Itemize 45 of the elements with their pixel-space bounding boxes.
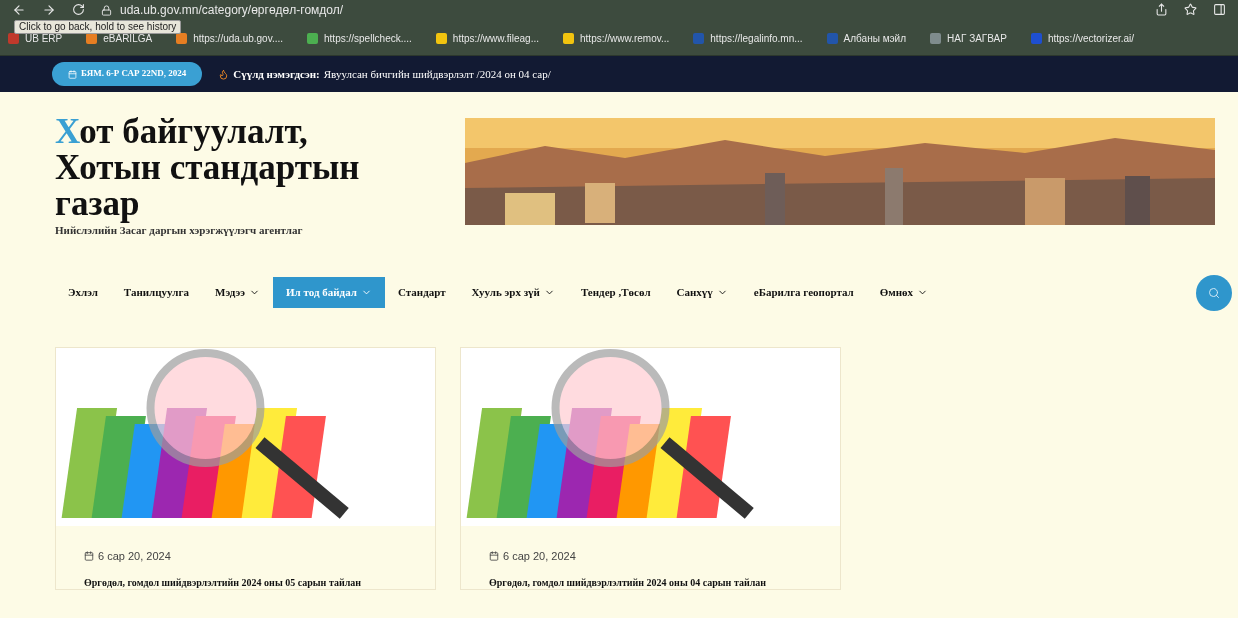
nav-item[interactable]: Тендер ,Төсөл	[567, 277, 664, 308]
latest-label: Сүүлд нэмэгдсэн:	[233, 66, 320, 82]
back-icon[interactable]	[12, 3, 26, 17]
post-title[interactable]: Өргөдөл, гомдол шийдвэрлэлтийн 2024 оны 04 сарын тайлан	[489, 577, 789, 589]
search-button[interactable]	[1196, 274, 1232, 311]
post-date: 6 сар 20, 2024	[98, 548, 171, 564]
site-subtitle: Нийслэлийн Засаг даргын хэрэгжүүлэгч агентлаг	[55, 223, 304, 238]
bookmark[interactable]: https://www.fileag...	[435, 31, 539, 46]
sidebar-icon[interactable]	[1213, 3, 1226, 16]
site-title[interactable]: Хот байгуулалт, Хотын стандартын газар	[55, 114, 415, 222]
forward-icon[interactable]	[42, 3, 56, 17]
bookmark[interactable]: https://vectorizer.ai/	[1030, 31, 1135, 46]
post-title[interactable]: Өргөдөл, гомдол шийдвэрлэлтийн 2024 оны 05 сарын тайлан	[84, 577, 384, 589]
latest-link[interactable]: Явуулсан бичгийн шийдвэрлэлт /2024 он 04 сар/	[323, 65, 551, 83]
calendar-icon	[68, 69, 77, 79]
tooltip: Click to go back, hold to see history	[14, 20, 182, 34]
nav-item[interactable]: Мэдээ	[202, 277, 274, 308]
post-card[interactable]: 6 сар 20, 2024 Өргөдөл, гомдол шийдвэрлэлтийн 2024 оны 05 сарын тайлан	[55, 346, 436, 590]
bookmark[interactable]: НАГ ЗАГВАР	[930, 31, 1007, 46]
lock-icon	[101, 4, 112, 16]
calendar-icon	[489, 550, 499, 561]
search-icon	[1208, 286, 1220, 299]
reload-icon[interactable]	[72, 3, 85, 16]
calendar-icon	[84, 550, 94, 561]
post-date: 6 сар 20, 2024	[503, 548, 576, 564]
nav-item[interactable]: Эхлэл	[55, 277, 111, 308]
nav-item[interactable]: Стандарт	[384, 277, 459, 308]
nav-item[interactable]: Танилцуулга	[110, 277, 202, 308]
share-icon[interactable]	[1155, 3, 1168, 16]
nav-item[interactable]: Хууль эрх зүй	[458, 277, 568, 308]
bookmark-star-icon[interactable]	[1184, 3, 1197, 16]
bookmark[interactable]: https://uda.ub.gov....	[176, 31, 284, 46]
nav-item[interactable]: Өмнөх	[866, 277, 942, 308]
date-badge: БЯМ. 6-Р САР 22ND, 2024	[52, 62, 203, 86]
post-card[interactable]: 6 сар 20, 2024 Өргөдөл, гомдол шийдвэрлэлтийн 2024 оны 04 сарын тайлан	[460, 346, 841, 590]
bookmark[interactable]: UB ERP	[8, 31, 63, 46]
nav-item[interactable]: еБарилга геопортал	[740, 277, 867, 308]
bookmark[interactable]: https://www.remov...	[563, 31, 670, 46]
address-field[interactable]: uda.ub.gov.mn/category/өргөдөл-гомдол/	[120, 3, 344, 17]
fire-icon	[218, 68, 230, 80]
bookmark[interactable]: https://spellcheck....	[307, 31, 412, 46]
bookmark[interactable]: https://legalinfo.mn...	[693, 31, 803, 46]
bookmark[interactable]: eBARILGA	[86, 31, 153, 46]
bookmark[interactable]: Албаны мэйл	[826, 31, 907, 46]
nav-item[interactable]: Санхүү	[663, 277, 741, 308]
